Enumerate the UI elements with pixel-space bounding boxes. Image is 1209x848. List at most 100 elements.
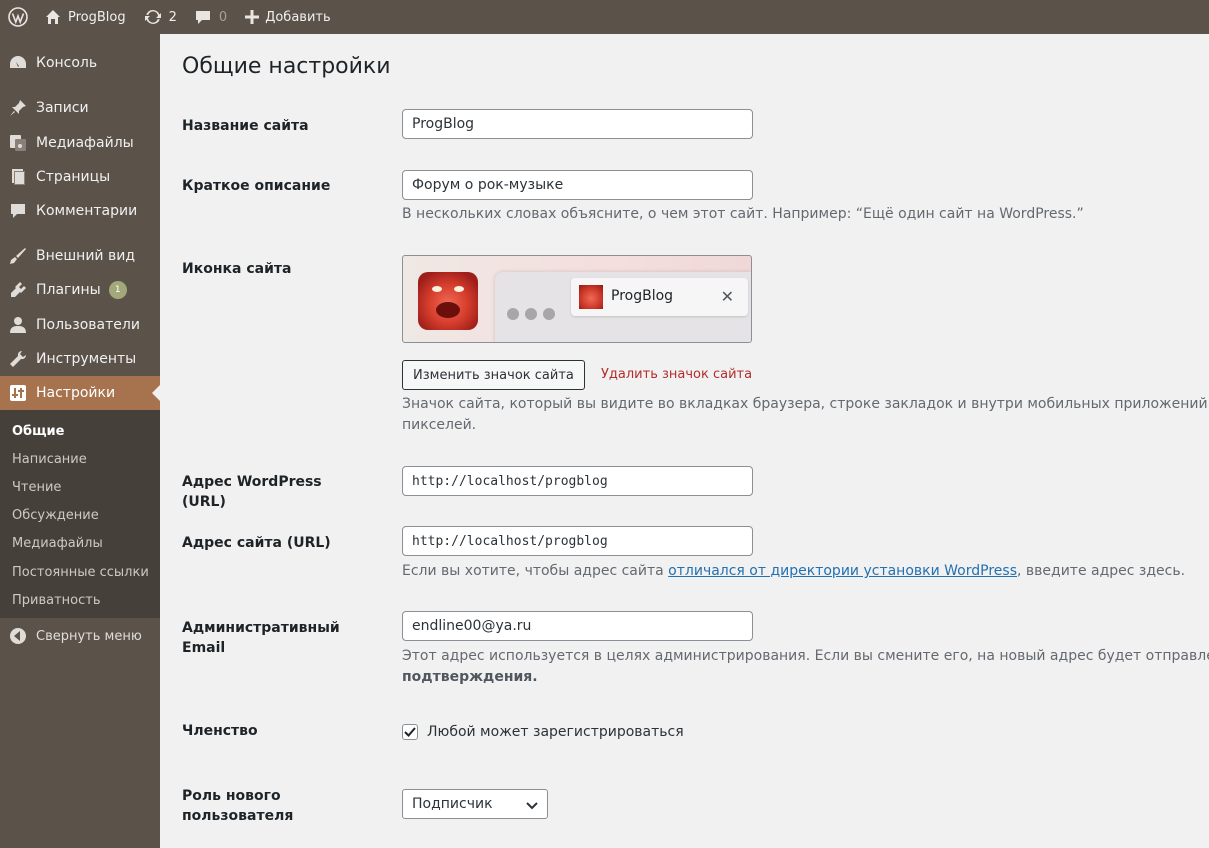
- wp-url-input[interactable]: http://localhost/progblog: [402, 466, 753, 496]
- menu-appearance[interactable]: Внешний вид: [0, 239, 160, 273]
- add-new-label: Добавить: [265, 9, 331, 25]
- admin-email-description-line1: Этот адрес используется в целях админист…: [402, 648, 1209, 664]
- submenu-writing[interactable]: Написание: [12, 452, 87, 467]
- dashboard-icon: [0, 54, 36, 72]
- new-user-role-label: Роль нового пользователя: [182, 786, 362, 826]
- new-user-role-label-line1: Роль нового: [182, 788, 281, 804]
- menu-label: Инструменты: [36, 351, 137, 367]
- updates-icon: [144, 8, 162, 26]
- remove-site-icon-link[interactable]: Удалить значок сайта: [601, 367, 752, 382]
- collapse-label: Свернуть меню: [36, 628, 142, 644]
- new-user-role-label-line2: пользователя: [182, 808, 294, 824]
- plugin-icon: [0, 281, 36, 299]
- tab-title: ProgBlog: [611, 288, 674, 304]
- collapse-arrow-icon: [0, 627, 36, 645]
- menu-media[interactable]: Медиафайлы: [0, 126, 160, 160]
- admin-email-description-line2: подтверждения.: [402, 667, 538, 688]
- menu-label: Страницы: [36, 169, 111, 185]
- plugins-update-badge: 1: [108, 281, 127, 299]
- menu-pages[interactable]: Страницы: [0, 160, 160, 194]
- submenu-discussion[interactable]: Обсуждение: [12, 508, 99, 523]
- pin-icon: [0, 99, 36, 117]
- menu-label: Медиафайлы: [36, 135, 134, 151]
- change-site-icon-button[interactable]: Изменить значок сайта: [402, 360, 585, 390]
- tagline-description: В нескольких словах объясните, о чем это…: [402, 206, 1084, 222]
- browser-tab-preview: ProgBlog ✕: [571, 278, 748, 316]
- comment-icon: [0, 202, 36, 220]
- comments-count: 0: [218, 9, 228, 25]
- admin-email-label-line2: Email: [182, 640, 226, 656]
- page-title: Общие настройки: [182, 54, 391, 79]
- admin-email-input[interactable]: endline00@ya.ru: [402, 611, 753, 641]
- wp-url-label: Адрес WordPress (URL): [182, 474, 322, 510]
- app-icon-preview: [418, 272, 478, 330]
- site-icon-preview: ProgBlog ✕: [402, 255, 752, 343]
- site-url-desc-text: Если вы хотите, чтобы адрес сайта: [402, 563, 669, 579]
- site-url-desc-text-end: , введите адрес здесь.: [1017, 563, 1186, 579]
- media-icon: [0, 134, 36, 152]
- comment-bubble-icon: [195, 9, 211, 25]
- submenu-privacy[interactable]: Приватность: [12, 593, 101, 608]
- tagline-input[interactable]: Форум о рок-музыке: [402, 170, 753, 200]
- site-name-link[interactable]: ProgBlog: [36, 0, 135, 34]
- plus-icon: [245, 10, 260, 24]
- pages-icon: [0, 168, 36, 186]
- menu-label: Консоль: [36, 55, 98, 71]
- submenu-general[interactable]: Общие: [12, 424, 64, 439]
- browser-preview: ProgBlog ✕: [495, 272, 751, 342]
- wordpress-logo-icon[interactable]: [0, 0, 36, 34]
- updates-link[interactable]: 2: [135, 0, 186, 34]
- admin-sidebar: Консоль Записи Медиафайлы Страницы Комме…: [0, 34, 160, 848]
- updates-count: 2: [168, 9, 177, 25]
- menu-posts[interactable]: Записи: [0, 91, 160, 125]
- site-url-label: Адрес сайта (URL): [182, 535, 331, 551]
- checkmark-icon: [404, 727, 416, 737]
- menu-plugins[interactable]: Плагины 1: [0, 273, 160, 307]
- close-icon: ✕: [720, 287, 734, 306]
- menu-tools[interactable]: Инструменты: [0, 342, 160, 376]
- chevron-down-icon: [525, 798, 539, 816]
- site-url-help-link[interactable]: отличался от директории установки WordPr…: [668, 563, 1017, 579]
- menu-users[interactable]: Пользователи: [0, 308, 160, 342]
- site-url-input[interactable]: http://localhost/progblog: [402, 526, 753, 556]
- user-icon: [0, 316, 36, 334]
- site-icon-label: Иконка сайта: [182, 261, 292, 277]
- submenu-permalinks[interactable]: Постоянные ссылки: [12, 565, 149, 580]
- membership-checkbox[interactable]: [402, 724, 418, 740]
- home-icon: [45, 9, 61, 25]
- site-url-description: Если вы хотите, чтобы адрес сайта отлича…: [402, 561, 1185, 582]
- tagline-label: Краткое описание: [182, 178, 331, 194]
- membership-row: Любой может зарегистрироваться: [402, 724, 684, 740]
- menu-settings[interactable]: Настройки: [0, 376, 160, 410]
- new-user-role-select[interactable]: Подписчик: [402, 789, 548, 819]
- site-url-value: http://localhost/progblog: [412, 533, 608, 549]
- menu-dashboard[interactable]: Консоль: [0, 46, 160, 80]
- favicon-preview: [579, 285, 603, 309]
- admin-email-desc-bold: подтверждения.: [402, 669, 538, 685]
- wrench-icon: [0, 350, 36, 368]
- submenu-media[interactable]: Медиафайлы: [12, 536, 103, 551]
- membership-checkbox-label[interactable]: Любой может зарегистрироваться: [427, 724, 684, 740]
- site-title-value: ProgBlog: [412, 116, 475, 132]
- site-name-label: ProgBlog: [68, 9, 126, 25]
- admin-email-label: Административный Email: [182, 618, 362, 658]
- new-user-role-value: Подписчик: [412, 796, 493, 812]
- add-new-link[interactable]: Добавить: [236, 0, 339, 34]
- comments-link[interactable]: 0: [186, 0, 236, 34]
- menu-comments[interactable]: Комментарии: [0, 194, 160, 228]
- settings-content: Общие настройки Название сайта ProgBlog …: [160, 34, 1209, 848]
- brush-icon: [0, 247, 36, 265]
- settings-submenu: Общие Написание Чтение Обсуждение Медиаф…: [0, 410, 160, 618]
- admin-bar: ProgBlog 2 0 Добавить: [0, 0, 1209, 34]
- site-title-input[interactable]: ProgBlog: [402, 109, 753, 139]
- site-icon-description-line2: пикселей.: [402, 417, 477, 433]
- wp-url-value: http://localhost/progblog: [412, 473, 608, 489]
- submenu-reading[interactable]: Чтение: [12, 480, 61, 495]
- tagline-value: Форум о рок-музыке: [412, 177, 564, 193]
- menu-label: Комментарии: [36, 203, 138, 219]
- menu-label: Настройки: [36, 385, 116, 401]
- collapse-menu-button[interactable]: Свернуть меню: [0, 624, 142, 648]
- menu-label: Внешний вид: [36, 248, 136, 264]
- settings-icon: [0, 384, 36, 402]
- admin-email-value: endline00@ya.ru: [412, 618, 532, 634]
